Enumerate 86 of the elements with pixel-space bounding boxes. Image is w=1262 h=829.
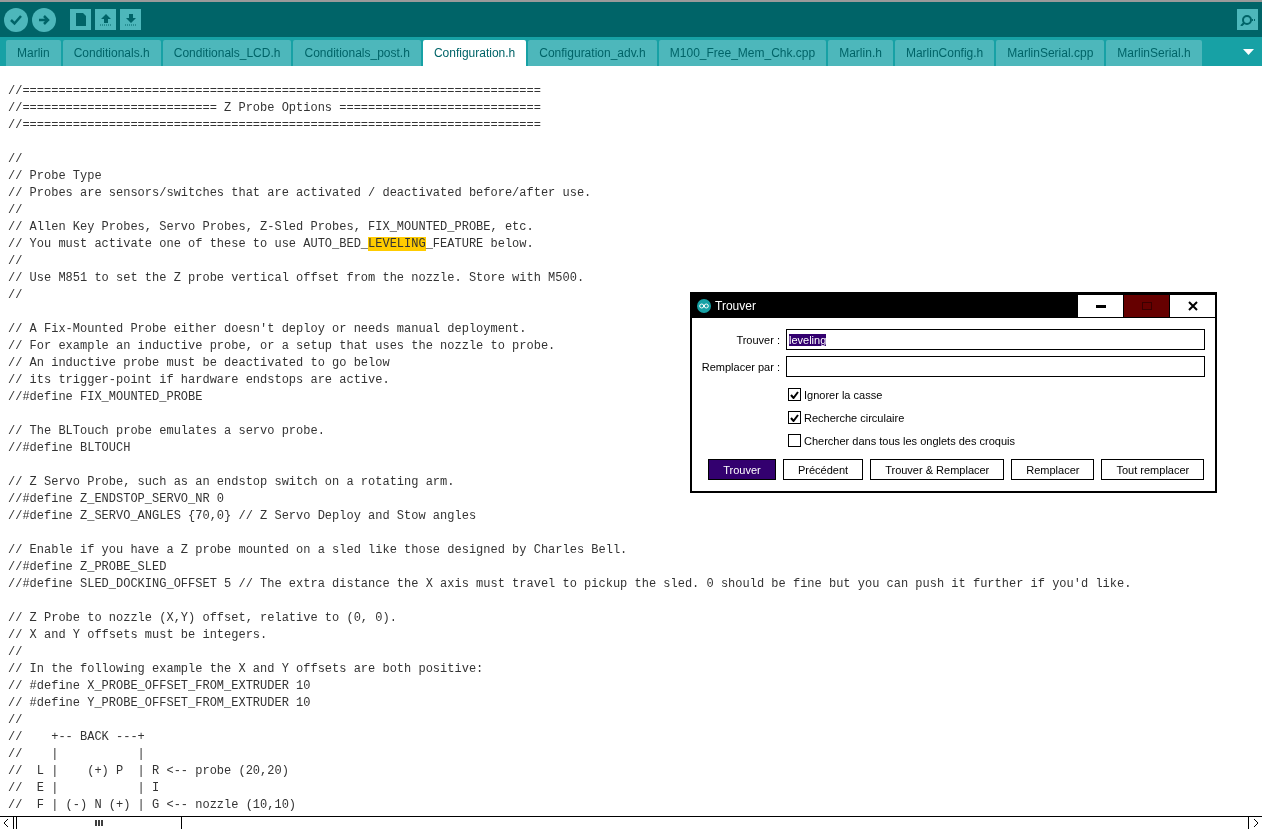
code-line: //#define Z_SERVO_ANGLES {70,0} // Z Servo Deploy and Stow angles	[8, 508, 477, 525]
file-tab[interactable]: Conditionals_LCD.h	[162, 40, 292, 66]
checkbox-label: Ignorer la casse	[804, 388, 883, 401]
code-line: // Z Servo Probe, such as an endstop switch on a rotating arm.	[8, 474, 455, 491]
dialog-button[interactable]: Tout remplacer	[1101, 459, 1205, 480]
code-line: // The BLTouch probe emulates a servo probe.	[8, 423, 325, 440]
check-icon	[790, 413, 799, 422]
serial-monitor-button[interactable]	[1237, 9, 1258, 30]
code-line: // A Fix-Mounted Probe either doesn't deploy or needs manual deployment.	[8, 321, 527, 338]
open-button[interactable]	[95, 9, 116, 30]
code-line: //	[8, 712, 23, 729]
code-line: // E | | I	[8, 780, 160, 797]
text-field[interactable]	[786, 356, 1205, 377]
code-line: //	[8, 202, 23, 219]
code-line: // Allen Key Probes, Servo Probes, Z-Sled Probes, FIX_MOUNTED_PROBE, etc.	[8, 219, 534, 236]
file-tab[interactable]: Conditionals.h	[62, 40, 161, 66]
dialog-title: Trouver	[715, 299, 756, 313]
scrollbar-thumb[interactable]	[16, 817, 182, 829]
code-line: // Probe Type	[8, 168, 102, 185]
arrow-down-icon	[124, 13, 137, 26]
field-label: Trouver :	[735, 333, 780, 346]
code-line: // X and Y offsets must be integers.	[8, 627, 268, 644]
check-icon	[790, 390, 799, 399]
code-line: // #define Y_PROBE_OFFSET_FROM_EXTRUDER 10	[8, 695, 311, 712]
field-label: Remplacer par :	[700, 360, 780, 373]
code-line: // An inductive probe must be deactivated to go below	[8, 355, 390, 372]
code-line: //=========================== Z Probe Options ============================	[8, 100, 541, 117]
code-line: //========================================================================	[8, 83, 541, 100]
close-icon	[1187, 301, 1198, 311]
upload-button[interactable]	[32, 7, 56, 32]
checkbox[interactable]	[788, 411, 801, 424]
file-tab[interactable]: Marlin	[6, 40, 61, 66]
code-line: // For example an inductive probe, or a setup that uses the nozzle to probe.	[8, 338, 556, 355]
minimize-button[interactable]	[1078, 295, 1123, 317]
dialog-button[interactable]: Remplacer	[1011, 459, 1095, 480]
check-icon	[9, 13, 23, 26]
code-line: //	[8, 287, 23, 304]
minimize-icon	[1095, 304, 1106, 308]
app-logo-icon	[697, 299, 711, 313]
checkbox-label: Chercher dans tous les onglets des croquis	[804, 434, 1015, 447]
document-icon	[75, 13, 86, 26]
save-button[interactable]	[120, 9, 141, 30]
caret-icon[interactable]	[1243, 49, 1254, 55]
dialog-button[interactable]: Précédent	[783, 459, 864, 480]
code-line: // In the following example the X and Y offsets are both positive:	[8, 661, 484, 678]
code-line: //========================================================================	[8, 117, 541, 134]
file-tab[interactable]: Conditionals_post.h	[293, 40, 421, 66]
code-line: // Z Probe to nozzle (X,Y) offset, relative to (0, 0).	[8, 610, 397, 627]
code-line: //#define Z_PROBE_SLED	[8, 559, 167, 576]
code-line: //	[8, 253, 23, 270]
maximize-icon	[1141, 302, 1152, 310]
file-tab[interactable]: Configuration.h	[422, 40, 527, 66]
file-tab[interactable]: MarlinConfig.h	[894, 40, 995, 66]
code-line: //#define FIX_MOUNTED_PROBE	[8, 389, 203, 406]
code-line: //#define SLED_DOCKING_OFFSET 5 // The extra distance the X axis must travel to pickup the sled. 0 should be fine but you can push it further if you'd like.	[8, 576, 1132, 593]
code-line: //	[8, 644, 23, 661]
code-line: // #define X_PROBE_OFFSET_FROM_EXTRUDER 10	[8, 678, 311, 695]
code-line: //	[8, 151, 23, 168]
file-tab[interactable]: Configuration_adv.h	[528, 40, 657, 66]
arrow-right-icon	[37, 13, 51, 26]
code-line: //#define BLTOUCH	[8, 440, 131, 457]
arrow-up-icon	[99, 13, 112, 26]
dialog-button[interactable]: Trouver	[708, 459, 776, 480]
checkbox[interactable]	[788, 434, 801, 447]
code-line: // Use M851 to set the Z probe vertical offset from the nozzle. Store with M500.	[8, 270, 585, 287]
new-button[interactable]	[70, 9, 91, 30]
grip-icon	[95, 820, 103, 826]
code-line: // L | (+) P | R <-- probe (20,20)	[8, 763, 289, 780]
checkbox-label: Recherche circulaire	[804, 411, 905, 424]
file-tab[interactable]: Marlin.h	[828, 40, 893, 66]
close-button[interactable]	[1170, 295, 1215, 317]
code-line: // +-- BACK ---+	[8, 729, 145, 746]
code-line: // | |	[8, 746, 145, 763]
code-line: // Probes are sensors/switches that are activated / deactivated before/after use.	[8, 185, 592, 202]
file-tab[interactable]: MarlinSerial.cpp	[996, 40, 1105, 66]
verify-button[interactable]	[4, 7, 28, 32]
file-tab[interactable]: MarlinSerial.h	[1106, 40, 1202, 66]
file-tab[interactable]: M100_Free_Mem_Chk.cpp	[658, 40, 827, 66]
code-line: // its trigger-point if hardware endstops are active.	[8, 372, 390, 389]
text-field[interactable]: leveling	[786, 329, 1205, 350]
checkbox[interactable]	[788, 388, 801, 401]
code-line: // Enable if you have a Z probe mounted on a sled like those designed by Charles Bell.	[8, 542, 628, 559]
code-line: //#define Z_ENDSTOP_SERVO_NR 0	[8, 491, 225, 508]
code-line: // F | (-) N (+) | G <-- nozzle (10,10)	[8, 797, 297, 814]
magnifier-icon	[1239, 13, 1256, 26]
dialog-button[interactable]: Trouver & Remplacer	[870, 459, 1005, 480]
